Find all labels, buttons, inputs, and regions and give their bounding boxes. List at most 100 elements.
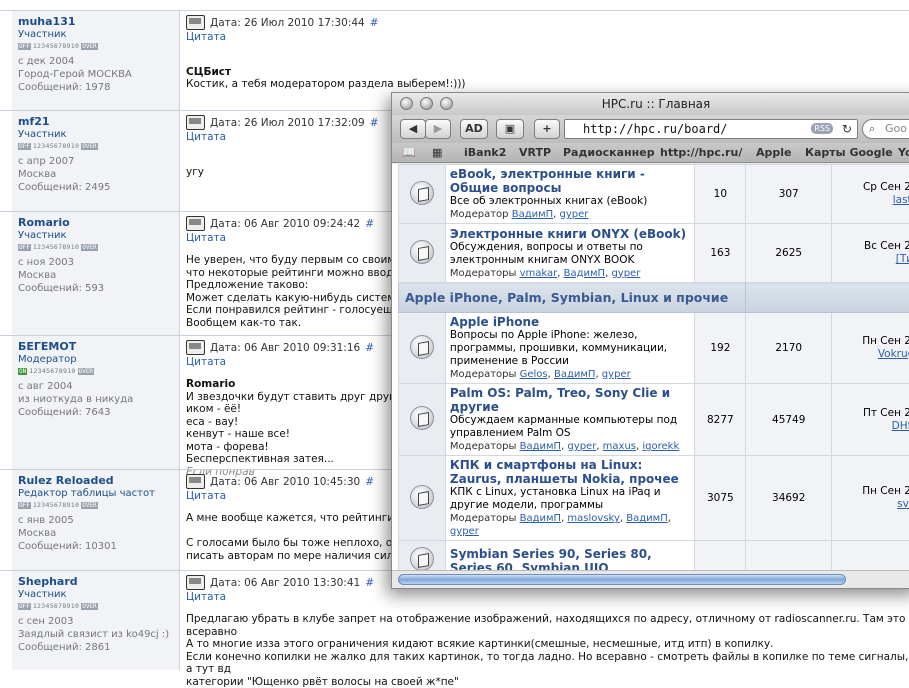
horizontal-scrollbar[interactable] [392, 570, 909, 588]
moderator-link[interactable]: gyper [450, 526, 479, 537]
bookmark-item[interactable]: Карты Google [805, 146, 893, 159]
last-post-user[interactable]: svs5 [832, 498, 909, 511]
title-bar[interactable]: HPC.ru :: Главная [392, 93, 909, 115]
moderator-link[interactable]: vmakar [520, 268, 558, 279]
moderator-link[interactable]: gyper [567, 441, 596, 452]
last-post-cell [832, 541, 909, 573]
scrollbar-thumb[interactable] [398, 574, 846, 585]
moderator-link[interactable]: gyper [611, 268, 640, 279]
ad-button[interactable]: AD [460, 119, 488, 139]
message-count: Сообщений: 1978 [18, 81, 179, 94]
username-link[interactable]: muha131 [18, 15, 179, 28]
computer-icon [186, 474, 205, 489]
last-post-user[interactable]: [Тим [832, 253, 909, 266]
username-link[interactable]: Rulez Reloaded [18, 474, 179, 487]
image-icon[interactable]: ▣ [496, 119, 524, 139]
reload-icon[interactable]: ↻ [842, 120, 852, 138]
post-permalink[interactable]: # [370, 17, 379, 29]
forum-title-link[interactable]: eBook, электронные книги - Общие вопросы [450, 167, 690, 195]
forum-icon-cell [399, 313, 446, 384]
forward-button[interactable]: ▶ [425, 119, 451, 139]
bookmark-item[interactable]: iBank2 [464, 146, 506, 159]
moderator-link[interactable]: maxus [603, 441, 636, 452]
post-date: Дата: 26 Июл 2010 17:30:44 [210, 17, 365, 29]
last-post-date: Пн Сен 27, [832, 485, 909, 498]
moderators-label: Модераторы [450, 441, 516, 452]
bookmark-item[interactable]: Apple [756, 146, 792, 159]
post-permalink[interactable]: # [365, 218, 374, 230]
bookmarks-book-icon[interactable]: 📖 [402, 146, 416, 159]
forum-icon-cell [399, 456, 446, 541]
forum-info-cell: КПК и смартфоны на Linux: Zaurus, планше… [445, 456, 694, 541]
bookmark-item[interactable]: Радиосканнер [563, 146, 655, 159]
moderator-link[interactable]: gyper [602, 369, 631, 380]
post-permalink[interactable]: # [365, 342, 374, 354]
forum-icon-cell [399, 165, 446, 224]
moderator-link[interactable]: Gelos [520, 369, 548, 380]
address-bar[interactable]: http://hpc.ru/board/ RSS ↻ [564, 119, 858, 139]
rating-over-badge: OVER [81, 603, 97, 610]
category-title[interactable]: Apple iPhone, Palm, Symbian, Linux и про… [399, 283, 746, 313]
last-post-user[interactable]: lastio [832, 194, 909, 207]
user-rank: Участник [18, 29, 179, 40]
posts-count [746, 541, 832, 573]
post-body-panel: Дата: 26 Июл 2010 17:30:44#ЦитатаСЦБистК… [186, 11, 909, 91]
forum-title-link[interactable]: Symbian Series 90, Series 80, Series 60,… [450, 547, 690, 573]
post-date: Дата: 06 Авг 2010 13:30:41 [210, 577, 360, 589]
bookmark-item[interactable]: http://hpc.ru/ [660, 146, 742, 159]
forum-title-link[interactable]: Электронные книги ONYX (eBook) [450, 227, 690, 241]
top-sites-grid-icon[interactable]: ▦ [432, 146, 441, 159]
url-text: http://hpc.ru/board/ [583, 122, 728, 136]
quote-link[interactable]: Цитата [186, 31, 909, 43]
moderator-link[interactable]: ВадимП [564, 268, 605, 279]
computer-icon [186, 15, 205, 30]
member-since: с дек 2004 [18, 55, 179, 68]
moderator-link[interactable]: ВадимП [512, 209, 553, 220]
username-link[interactable]: Shephard [18, 575, 179, 588]
message-count: Сообщений: 10301 [18, 540, 179, 553]
rating-over-badge: OVER [81, 43, 97, 50]
forum-book-icon [410, 240, 434, 264]
forum-title-link[interactable]: Palm OS: Palm, Treo, Sony Clie и другие [450, 386, 690, 414]
last-post-user[interactable]: VokrugS [832, 348, 909, 361]
forum-description: Обсуждения, вопросы и ответы по электрон… [450, 241, 690, 267]
username-link[interactable]: Romario [18, 216, 179, 229]
moderator-link[interactable]: ВадимП [626, 513, 667, 524]
last-post-user[interactable]: DHS6 [832, 420, 909, 433]
post-permalink[interactable]: # [365, 476, 374, 488]
forum-book-icon [410, 485, 434, 509]
category-row: Apple iPhone, Palm, Symbian, Linux и про… [399, 283, 909, 313]
forum-title-link[interactable]: КПК и смартфоны на Linux: Zaurus, планше… [450, 458, 690, 486]
moderator-link[interactable]: igorekk [642, 441, 679, 452]
post-author-panel: Rulez ReloadedРедактор таблицы частотOFF… [12, 470, 180, 570]
post-text-line: Если конечно копилки не жалко для таких … [186, 651, 909, 676]
post-date: Дата: 06 Авг 2010 10:45:30 [210, 476, 360, 488]
forum-book-icon [410, 547, 434, 571]
moderators-label: Модераторы [450, 268, 516, 279]
moderator-link[interactable]: ВадимП [520, 441, 561, 452]
bookmark-item[interactable]: VRTP [519, 146, 551, 159]
message-count: Сообщений: 7643 [18, 406, 179, 419]
forum-book-icon [410, 335, 434, 359]
username-link[interactable]: БЕГЕМОТ [18, 340, 179, 353]
post-text-line: Предлагаю убрать в клубе запрет на отобр… [186, 613, 909, 638]
moderator-link[interactable]: gyper [560, 209, 589, 220]
post-permalink[interactable]: # [365, 577, 374, 589]
moderator-link[interactable]: ВадимП [520, 513, 561, 524]
forum-title-link[interactable]: Apple iPhone [450, 315, 690, 329]
rss-badge[interactable]: RSS [811, 123, 833, 134]
forum-table: eBook, электронные книги - Общие вопросы… [398, 164, 909, 572]
search-field[interactable]: ⌕ Goo [862, 119, 909, 139]
moderators-line: Модераторы ВадимП, gyper, maxus, igorekk [450, 440, 690, 453]
back-button[interactable]: ◀ [400, 119, 426, 139]
moderator-link[interactable]: maslovsky [567, 513, 619, 524]
moderator-link[interactable]: ВадимП [554, 369, 595, 380]
bookmark-item[interactable]: Yo [898, 146, 909, 159]
user-location: Москва [18, 527, 179, 540]
post-date: Дата: 06 Авг 2010 09:31:16 [210, 342, 360, 354]
add-bookmark-button[interactable]: + [534, 119, 560, 139]
post-permalink[interactable]: # [370, 117, 379, 129]
post-author-panel: RomarioУчастникOFF12345678910OVERс ноя 2… [12, 212, 180, 335]
username-link[interactable]: mf21 [18, 115, 179, 128]
quote-link[interactable]: Цитата [186, 591, 909, 603]
